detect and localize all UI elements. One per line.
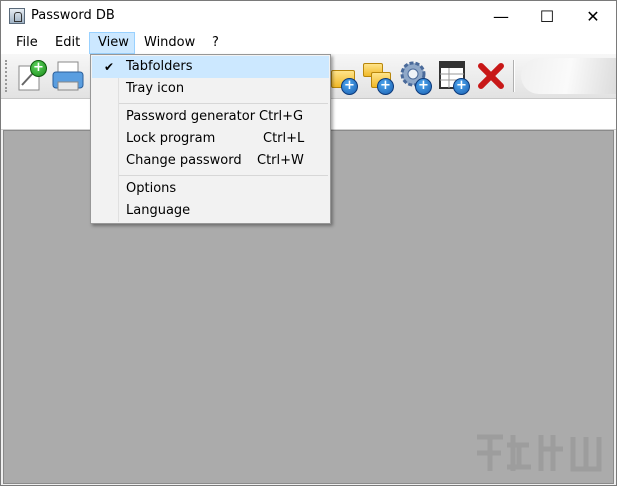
add-settings-button[interactable]: +: [397, 58, 433, 95]
maximize-button[interactable]: ☐: [524, 1, 570, 32]
menu-item-tray-icon[interactable]: Tray icon: [92, 78, 329, 100]
menu-window[interactable]: Window: [136, 32, 203, 54]
menu-item-lock-program[interactable]: Lock program Ctrl+L: [92, 128, 329, 150]
menu-item-options[interactable]: Options: [92, 178, 329, 200]
checkmark-icon: ✔: [103, 60, 115, 74]
window-title: Password DB: [31, 8, 115, 23]
menu-edit[interactable]: Edit: [47, 32, 88, 54]
menu-item-shortcut: Ctrl+L: [263, 131, 305, 146]
plus-icon: +: [30, 60, 47, 77]
close-button[interactable]: ✕: [570, 1, 616, 32]
menu-item-label: Language: [126, 203, 191, 218]
menu-view[interactable]: View: [89, 32, 135, 54]
plus-icon: +: [415, 78, 432, 95]
toolbar-grip[interactable]: [5, 60, 10, 92]
app-lock-icon: [9, 8, 25, 24]
minimize-button[interactable]: —: [478, 1, 524, 32]
plus-icon: +: [377, 78, 394, 95]
menu-item-label: Password generator: [126, 109, 256, 124]
toolbar-separator: [513, 60, 515, 92]
menu-separator: [119, 103, 328, 104]
print-icon: [52, 61, 84, 91]
menu-item-language[interactable]: Language: [92, 200, 329, 222]
plus-icon: +: [341, 78, 358, 95]
menu-item-label: Change password: [126, 153, 242, 168]
delete-icon: [478, 63, 504, 89]
menu-item-password-generator[interactable]: Password generator Ctrl+G: [92, 106, 329, 128]
menu-item-label: Options: [126, 181, 177, 196]
plus-icon: +: [453, 78, 470, 95]
menu-separator: [119, 175, 328, 176]
add-table-button[interactable]: +: [435, 58, 471, 95]
menu-item-tabfolders[interactable]: ✔ Tabfolders: [92, 56, 329, 78]
title-bar: Password DB — ☐ ✕: [1, 1, 616, 32]
app-window: Password DB — ☐ ✕ File Edit View Window …: [0, 0, 617, 486]
watermark-logo: [477, 434, 602, 472]
delete-button[interactable]: [473, 58, 509, 94]
view-menu-dropdown: ✔ Tabfolders Tray icon Password generato…: [90, 54, 331, 224]
menu-item-shortcut: Ctrl+W: [257, 153, 304, 168]
menu-item-label: Lock program: [126, 131, 216, 146]
menu-help[interactable]: ?: [204, 32, 227, 54]
menu-item-shortcut: Ctrl+G: [259, 109, 304, 124]
toolbar-end-decoration: [521, 58, 616, 94]
add-subfolder-button[interactable]: +: [359, 58, 395, 95]
menu-file[interactable]: File: [8, 32, 46, 54]
print-button[interactable]: [50, 58, 86, 94]
menu-bar: File Edit View Window ?: [1, 32, 616, 54]
menu-item-label: Tray icon: [126, 81, 185, 96]
menu-item-label: Tabfolders: [126, 59, 193, 74]
new-entry-button[interactable]: +: [13, 58, 49, 94]
menu-item-change-password[interactable]: Change password Ctrl+W: [92, 150, 329, 172]
